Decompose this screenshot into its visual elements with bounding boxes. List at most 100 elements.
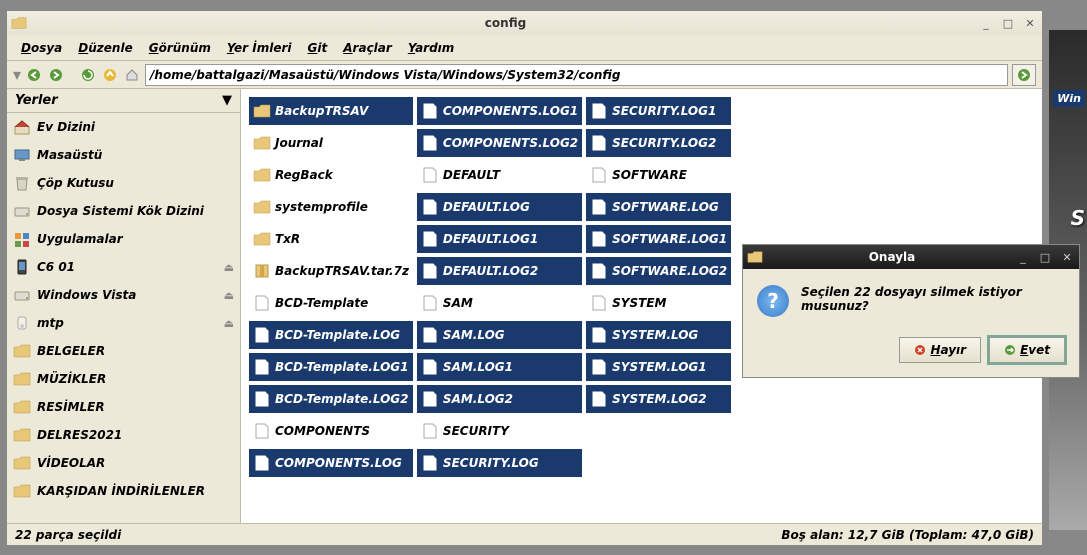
- back-button[interactable]: [25, 66, 43, 84]
- page-icon: [421, 135, 439, 151]
- sidebar-item-desktop[interactable]: Masaüstü: [7, 141, 240, 169]
- go-button[interactable]: [1012, 64, 1036, 86]
- file-item[interactable]: BCD-Template.LOG2: [249, 385, 413, 413]
- page-icon: [590, 263, 608, 279]
- folder-icon: [253, 231, 271, 247]
- menu-help[interactable]: Yardım: [402, 39, 461, 57]
- file-item[interactable]: TxR: [249, 225, 413, 253]
- sidebar-item-trash[interactable]: Çöp Kutusu: [7, 169, 240, 197]
- file-item[interactable]: RegBack: [249, 161, 413, 189]
- sidebar-item-delres[interactable]: DELRES2021: [7, 421, 240, 449]
- sidebar-item-label: Windows Vista: [37, 288, 136, 302]
- page-icon: [421, 423, 439, 439]
- sidebar-header[interactable]: Yerler ▼: [7, 89, 240, 113]
- question-icon: ?: [757, 285, 789, 317]
- folder-icon: [13, 399, 31, 415]
- folder-icon: [13, 343, 31, 359]
- file-item[interactable]: BackupTRSAV: [249, 97, 413, 125]
- menu-edit[interactable]: Düzenle: [72, 39, 138, 57]
- sidebar-item-label: Uygulamalar: [37, 232, 123, 246]
- maximize-button[interactable]: □: [1000, 17, 1016, 30]
- file-item[interactable]: BCD-Template.LOG1: [249, 353, 413, 381]
- file-item[interactable]: SOFTWARE: [586, 161, 731, 189]
- up-button[interactable]: [101, 66, 119, 84]
- file-item[interactable]: SOFTWARE.LOG1: [586, 225, 731, 253]
- file-item[interactable]: DEFAULT: [417, 161, 582, 189]
- file-item[interactable]: BCD-Template: [249, 289, 413, 317]
- file-item[interactable]: SAM.LOG: [417, 321, 582, 349]
- file-item[interactable]: SECURITY.LOG1: [586, 97, 731, 125]
- address-bar[interactable]: /home/battalgazi/Masaüstü/Windows Vista/…: [145, 64, 1008, 86]
- no-button[interactable]: Hayır: [899, 337, 981, 363]
- home-button[interactable]: [123, 66, 141, 84]
- file-item[interactable]: SECURITY: [417, 417, 582, 445]
- sidebar-item-vista[interactable]: Windows Vista ⏏: [7, 281, 240, 309]
- file-item[interactable]: SAM.LOG2: [417, 385, 582, 413]
- menu-tools[interactable]: Araçlar: [337, 39, 398, 57]
- page-icon: [590, 135, 608, 151]
- sidebar-item-music[interactable]: MÜZİKLER: [7, 365, 240, 393]
- file-item[interactable]: SAM.LOG1: [417, 353, 582, 381]
- file-item[interactable]: SYSTEM.LOG: [586, 321, 731, 349]
- page-icon: [590, 295, 608, 311]
- sidebar-item-downloads[interactable]: KARŞIDAN İNDİRİLENLER: [7, 477, 240, 505]
- sidebar-item-label: VİDEOLAR: [37, 456, 105, 470]
- file-label: COMPONENTS.LOG1: [443, 104, 578, 118]
- page-icon: [421, 263, 439, 279]
- sidebar-item-pics[interactable]: RESİMLER: [7, 393, 240, 421]
- file-item[interactable]: DEFAULT.LOG: [417, 193, 582, 221]
- sidebar-item-fsroot[interactable]: Dosya Sistemi Kök Dizini: [7, 197, 240, 225]
- file-item[interactable]: systemprofile: [249, 193, 413, 221]
- titlebar[interactable]: config _ □ ✕: [7, 11, 1042, 35]
- minimize-button[interactable]: _: [978, 17, 994, 30]
- menu-view[interactable]: Görünüm: [143, 39, 217, 57]
- file-item[interactable]: BCD-Template.LOG: [249, 321, 413, 349]
- dialog-minimize-button[interactable]: _: [1015, 251, 1031, 264]
- eject-icon[interactable]: ⏏: [224, 317, 234, 330]
- file-item[interactable]: COMPONENTS.LOG2: [417, 129, 582, 157]
- sidebar-item-mtp[interactable]: mtp⏏: [7, 309, 240, 337]
- folder-icon: [253, 167, 271, 183]
- sidebar-item-docs[interactable]: BELGELER: [7, 337, 240, 365]
- file-label: DEFAULT: [443, 168, 500, 182]
- file-item[interactable]: SECURITY.LOG2: [586, 129, 731, 157]
- file-item[interactable]: SYSTEM: [586, 289, 731, 317]
- file-item[interactable]: SOFTWARE.LOG2: [586, 257, 731, 285]
- file-item[interactable]: SECURITY.LOG: [417, 449, 582, 477]
- sidebar-item-label: RESİMLER: [37, 400, 105, 414]
- status-diskspace: Boş alan: 12,7 GiB (Toplam: 47,0 GiB): [781, 528, 1034, 542]
- chevron-down-icon: ▼: [222, 93, 232, 108]
- confirm-dialog: Onayla _ □ ✕ ? Seçilen 22 dosyayı silmek…: [742, 244, 1080, 378]
- file-item[interactable]: Journal: [249, 129, 413, 157]
- yes-button[interactable]: Evet: [989, 337, 1065, 363]
- dialog-close-button[interactable]: ✕: [1059, 251, 1075, 264]
- file-item[interactable]: DEFAULT.LOG2: [417, 257, 582, 285]
- eject-icon[interactable]: ⏏: [224, 261, 234, 274]
- file-item[interactable]: SAM: [417, 289, 582, 317]
- close-button[interactable]: ✕: [1022, 17, 1038, 30]
- menu-go[interactable]: Git: [302, 39, 334, 57]
- sidebar-item-c601[interactable]: C6 01⏏: [7, 253, 240, 281]
- page-icon: [421, 231, 439, 247]
- file-item[interactable]: DEFAULT.LOG1: [417, 225, 582, 253]
- trash-icon: [13, 175, 31, 191]
- file-item[interactable]: COMPONENTS.LOG1: [417, 97, 582, 125]
- eject-icon[interactable]: ⏏: [224, 289, 234, 302]
- page-icon: [421, 103, 439, 119]
- file-item[interactable]: SYSTEM.LOG2: [586, 385, 731, 413]
- menu-file[interactable]: Dosya: [15, 39, 68, 57]
- sidebar-item-apps[interactable]: Uygulamalar: [7, 225, 240, 253]
- file-item[interactable]: SYSTEM.LOG1: [586, 353, 731, 381]
- forward-button[interactable]: [47, 66, 65, 84]
- dialog-maximize-button[interactable]: □: [1037, 251, 1053, 264]
- page-icon: [421, 199, 439, 215]
- menu-bookmarks[interactable]: Yer İmleri: [221, 39, 298, 57]
- reload-button[interactable]: [79, 66, 97, 84]
- file-item[interactable]: COMPONENTS.LOG: [249, 449, 413, 477]
- sidebar-item-home[interactable]: Ev Dizini: [7, 113, 240, 141]
- dialog-titlebar[interactable]: Onayla _ □ ✕: [743, 245, 1079, 269]
- file-item[interactable]: BackupTRSAV.tar.7z: [249, 257, 413, 285]
- sidebar-item-videos[interactable]: VİDEOLAR: [7, 449, 240, 477]
- file-item[interactable]: SOFTWARE.LOG: [586, 193, 731, 221]
- file-item[interactable]: COMPONENTS: [249, 417, 413, 445]
